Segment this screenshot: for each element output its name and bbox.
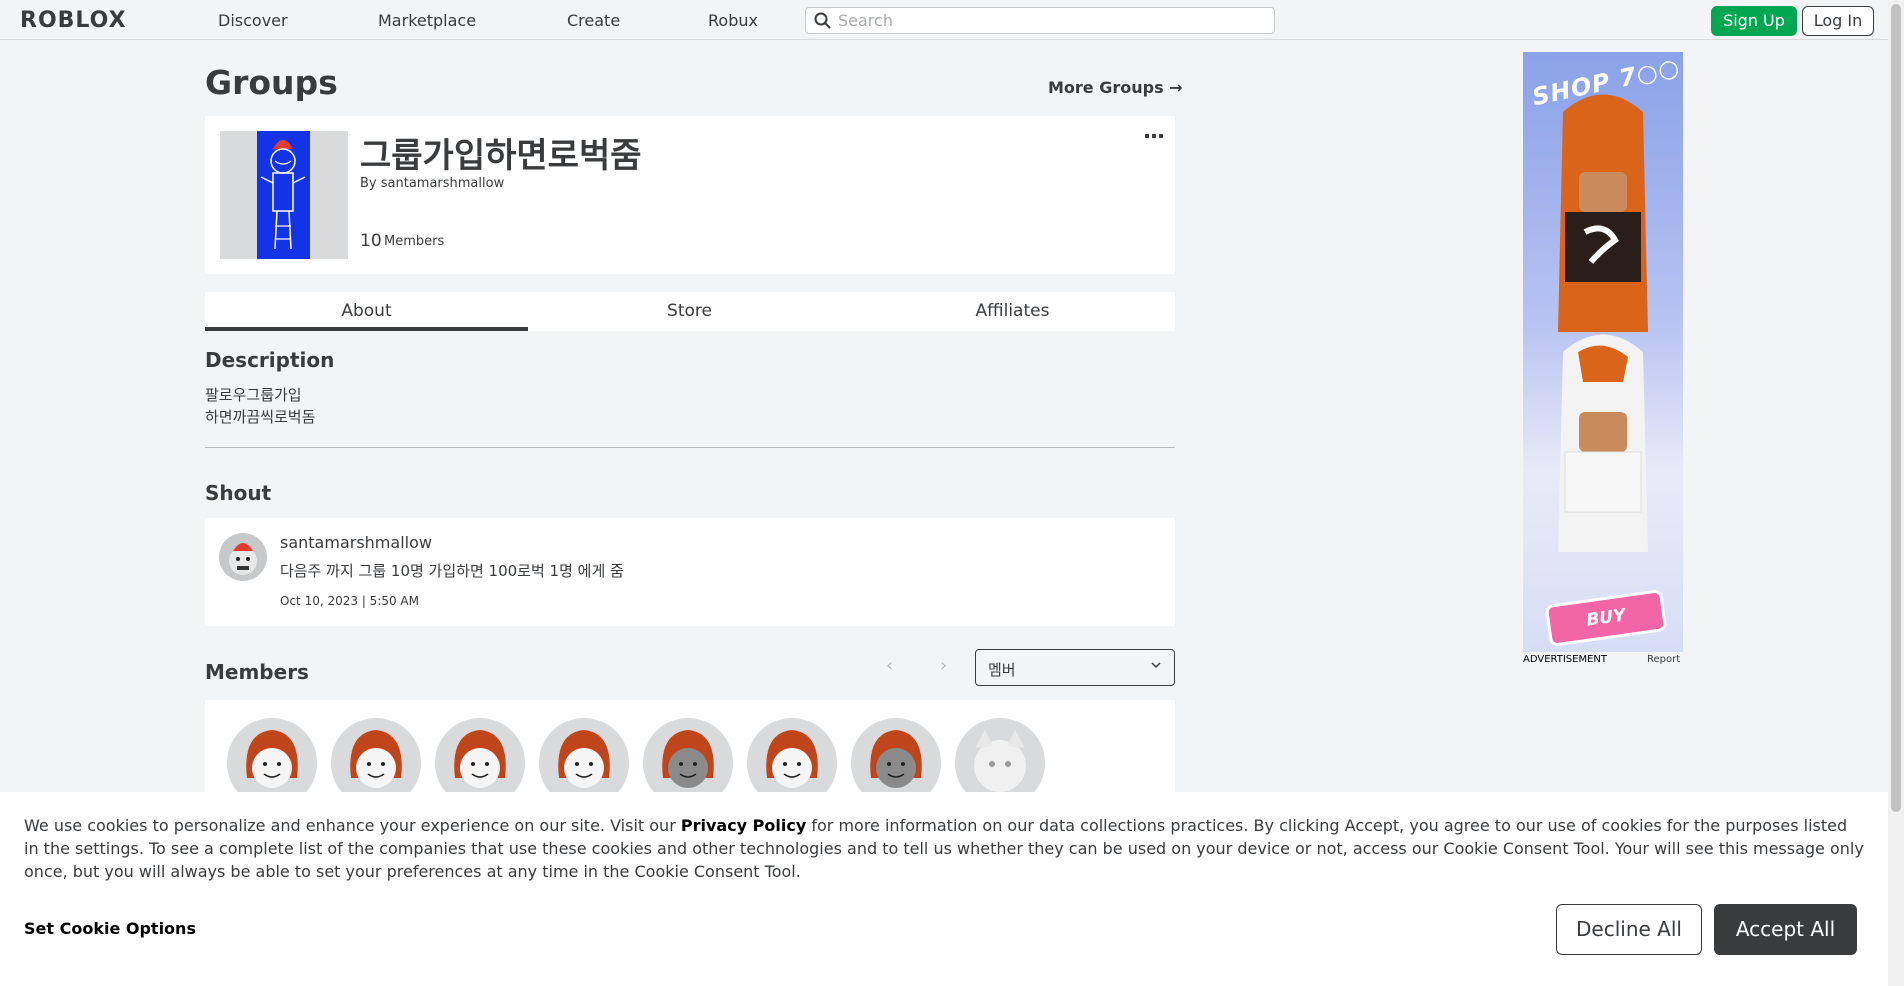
nav-robux[interactable]: Robux xyxy=(708,11,758,30)
cookie-text-before: We use cookies to personalize and enhanc… xyxy=(24,816,681,835)
cookie-options-link[interactable]: Set Cookie Options xyxy=(24,919,196,938)
more-dots-icon[interactable] xyxy=(1145,130,1163,140)
chevron-down-icon xyxy=(1150,659,1162,675)
group-owner[interactable]: By santamarshmallow xyxy=(360,176,504,191)
cookie-message: We use cookies to personalize and enhanc… xyxy=(24,814,1864,883)
avatar[interactable] xyxy=(219,533,267,581)
roblox-logo[interactable]: ROBLOX xyxy=(20,8,127,33)
top-navigation-bar: ROBLOX Discover Marketplace Create Robux… xyxy=(0,0,1888,40)
shout-card: santamarshmallow 다음주 까지 그룹 10명 가입하면 100로… xyxy=(205,518,1175,626)
shout-message: 다음주 까지 그룹 10명 가입하면 100로벅 1명 에게 줌 xyxy=(280,562,624,580)
section-divider xyxy=(205,447,1175,448)
emblem-image xyxy=(257,131,310,259)
shout-timestamp: Oct 10, 2023 | 5:50 AM xyxy=(280,594,419,608)
members-title: Members xyxy=(205,660,309,684)
search-box xyxy=(805,7,1275,34)
nav-discover[interactable]: Discover xyxy=(218,11,288,30)
chevron-right-icon[interactable]: › xyxy=(940,655,947,676)
group-name: 그룹가입하면로벅줌 xyxy=(360,136,642,176)
group-header-card: 그룹가입하면로벅줌 By santamarshmallow 10 Members xyxy=(205,116,1175,274)
ad-report-link[interactable]: Report xyxy=(1647,654,1680,665)
advertisement-banner[interactable]: SHOP 7○○ BUY xyxy=(1523,52,1683,652)
role-select[interactable]: 멤버 xyxy=(975,649,1175,686)
page-title: Groups xyxy=(205,63,338,102)
log-in-button[interactable]: Log In xyxy=(1802,6,1874,36)
search-icon[interactable] xyxy=(814,12,832,34)
shout-username[interactable]: santamarshmallow xyxy=(280,533,432,552)
ad-artwork xyxy=(1558,94,1648,552)
tab-store[interactable]: Store xyxy=(528,292,851,331)
role-select-value: 멤버 xyxy=(988,661,1016,679)
accept-all-button[interactable]: Accept All xyxy=(1714,904,1857,955)
cookie-banner: We use cookies to personalize and enhanc… xyxy=(0,792,1888,986)
chevron-left-icon[interactable]: ‹ xyxy=(886,655,893,676)
search-input[interactable] xyxy=(838,10,1258,31)
ad-label: ADVERTISEMENT xyxy=(1523,654,1608,665)
decline-all-button[interactable]: Decline All xyxy=(1556,904,1702,955)
description-text: 팔로우그룹가입 하면까끔씩로벅돔 xyxy=(205,386,316,426)
group-member-label: Members xyxy=(384,234,445,249)
group-tabs: About Store Affiliates xyxy=(205,292,1175,331)
sign-up-button[interactable]: Sign Up xyxy=(1711,6,1797,36)
nav-marketplace[interactable]: Marketplace xyxy=(378,11,476,30)
tab-affiliates[interactable]: Affiliates xyxy=(851,292,1174,331)
group-member-count: 10 xyxy=(360,231,382,251)
nav-create[interactable]: Create xyxy=(567,11,620,30)
group-emblem xyxy=(220,131,348,259)
tab-about[interactable]: About xyxy=(205,292,528,331)
more-groups-link[interactable]: More Groups → xyxy=(1048,78,1183,97)
privacy-policy-link[interactable]: Privacy Policy xyxy=(681,816,806,835)
shout-title: Shout xyxy=(205,481,272,505)
scrollbar-thumb[interactable] xyxy=(1891,4,1901,812)
page-scrollbar[interactable] xyxy=(1888,0,1904,986)
description-title: Description xyxy=(205,348,335,372)
